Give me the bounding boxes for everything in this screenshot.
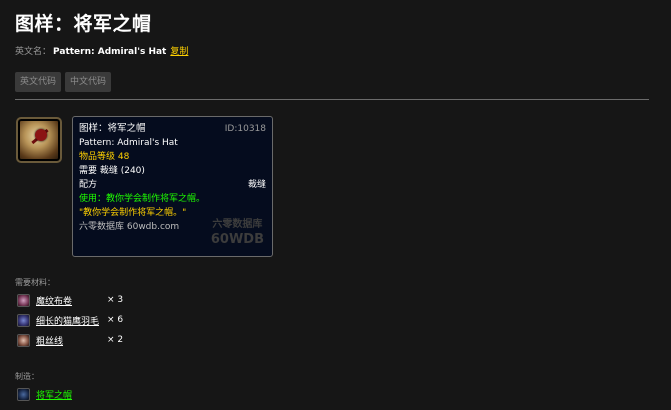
material-qty: × 2 — [107, 335, 124, 345]
divider — [15, 99, 649, 100]
tooltip-english-name: Pattern: Admiral's Hat — [79, 138, 178, 148]
hat-icon[interactable] — [17, 387, 30, 401]
tooltip-type: 配方 — [79, 180, 98, 190]
crafts-label: 制造： — [15, 372, 39, 381]
material-link[interactable]: 粗丝线 — [36, 334, 104, 347]
tooltip-use-text: 使用：教你学会制作将军之帽。 — [79, 194, 206, 204]
material-row: 魔纹布卷 × 3 — [17, 293, 123, 307]
crafted-item-link[interactable]: 将军之帽 — [36, 388, 72, 401]
thread-icon[interactable] — [17, 333, 30, 347]
page-title: 图样：将军之帽 — [15, 13, 152, 35]
material-link[interactable]: 魔纹布卷 — [36, 294, 104, 307]
material-row: 粗丝线 × 2 — [17, 333, 123, 347]
tooltip-item-id: ID:10318 — [224, 124, 266, 134]
item-tooltip: 图样：将军之帽 ID:10318 Pattern: Admiral's Hat … — [72, 116, 273, 257]
crafted-item-row: 将军之帽 — [17, 387, 72, 401]
wax-seal-shape — [35, 129, 47, 141]
material-qty: × 3 — [107, 295, 124, 305]
tooltip-item-name: 图样：将军之帽 — [79, 123, 146, 134]
tooltip-item-level: 物品等级 48 — [79, 152, 130, 162]
scroll-icon — [16, 117, 62, 163]
watermark: 六零数据库 60WDB — [211, 218, 264, 248]
chinese-code-button[interactable]: 中文代码 — [65, 72, 112, 92]
watermark-line2: 60WDB — [210, 232, 264, 247]
english-name-label: 英文名： — [15, 47, 52, 57]
materials-label: 需要材料： — [15, 278, 55, 287]
material-row: 细长的猫鹰羽毛 × 6 — [17, 313, 123, 327]
tooltip-subtype: 裁缝 — [247, 180, 266, 190]
feather-icon[interactable] — [17, 313, 30, 327]
copy-link[interactable]: 复制 — [170, 47, 188, 57]
english-name-row: 英文名： Pattern: Admiral's Hat 复制 — [15, 44, 188, 57]
material-qty: × 6 — [107, 315, 124, 325]
material-link[interactable]: 细长的猫鹰羽毛 — [36, 314, 104, 327]
english-code-button[interactable]: 英文代码 — [15, 72, 62, 92]
english-name-value: Pattern: Admiral's Hat — [53, 47, 167, 57]
watermark-line1: 六零数据库 — [212, 219, 263, 230]
cloth-bolt-icon[interactable] — [17, 293, 30, 307]
tooltip-requires: 需要 裁缝 (240) — [79, 166, 145, 176]
